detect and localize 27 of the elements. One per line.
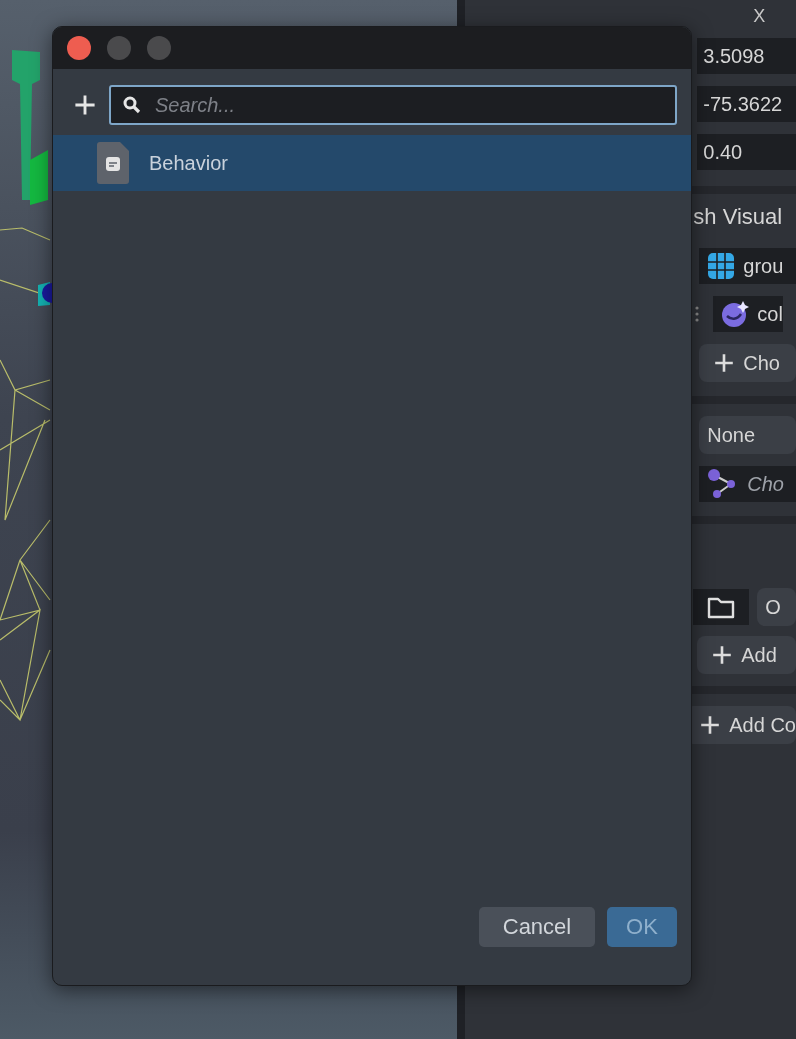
folder-icon <box>707 595 736 619</box>
add-button[interactable]: Add <box>697 636 796 674</box>
plus-icon <box>713 352 736 374</box>
number-field[interactable]: -75.3622 <box>697 86 796 122</box>
section-title: sh Visual <box>693 204 784 230</box>
close-icon[interactable] <box>67 36 91 60</box>
list-item[interactable]: Behavior <box>53 135 691 191</box>
grid-icon <box>707 252 736 280</box>
folder-button[interactable] <box>693 589 750 625</box>
drag-handle-icon[interactable] <box>695 306 700 322</box>
blend-select[interactable]: None <box>699 416 796 454</box>
texture-field[interactable]: grou <box>699 248 796 284</box>
material-field[interactable]: col <box>713 296 783 332</box>
open-button[interactable]: O <box>757 588 796 626</box>
search-field[interactable]: Search... <box>109 85 677 125</box>
cancel-button[interactable]: Cancel <box>479 907 595 947</box>
choose-button[interactable]: Cho <box>699 344 796 382</box>
plus-icon <box>699 714 722 736</box>
node-field[interactable]: Cho <box>699 466 796 502</box>
sphere-sparkle-icon <box>721 300 750 328</box>
column-header: X <box>752 6 767 28</box>
document-icon <box>97 142 129 184</box>
plus-icon <box>73 93 97 117</box>
number-field[interactable]: 3.5098 <box>697 38 796 74</box>
add-button[interactable] <box>73 93 97 117</box>
number-field[interactable]: 0.40 <box>697 134 796 170</box>
plus-icon <box>711 644 734 666</box>
